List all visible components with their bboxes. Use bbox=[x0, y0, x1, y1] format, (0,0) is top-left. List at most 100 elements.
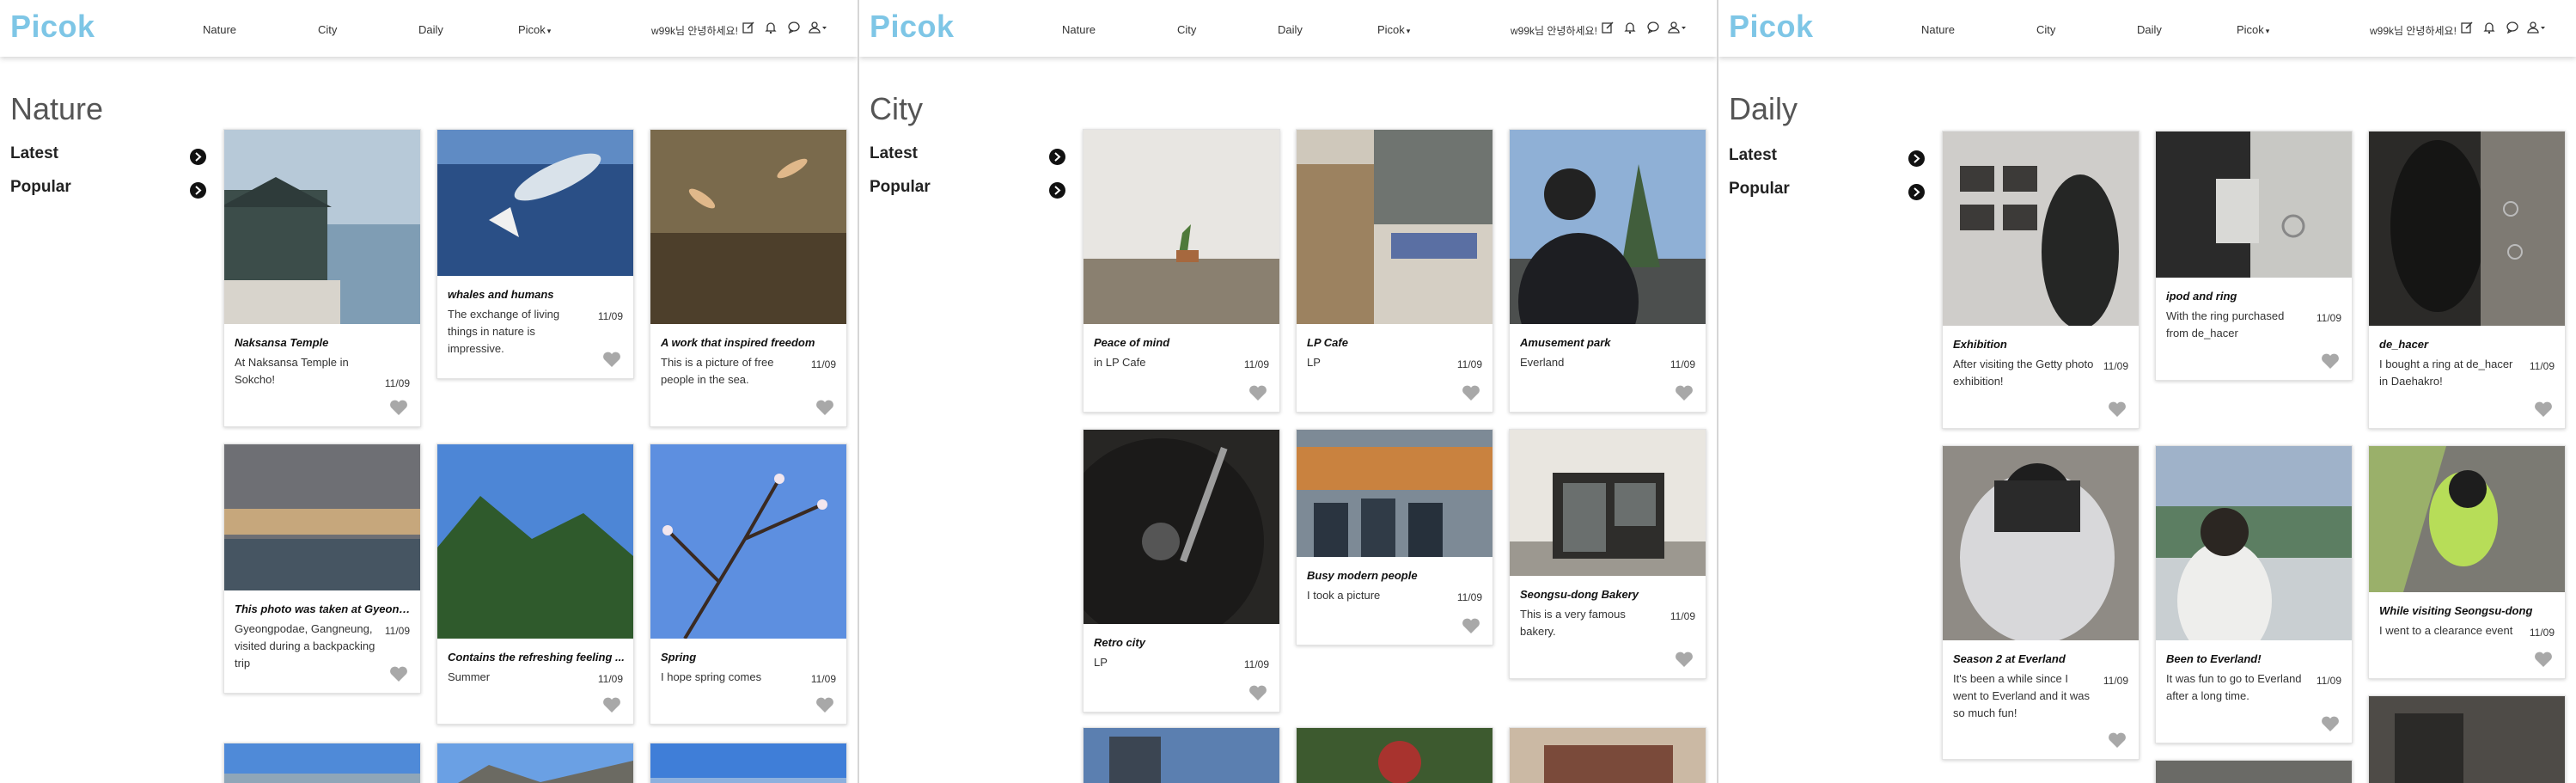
post-card[interactable]: ipod and ring With the ring purchased fr… bbox=[2155, 131, 2353, 381]
edit-icon[interactable] bbox=[742, 21, 755, 34]
post-image[interactable] bbox=[1510, 130, 1706, 324]
post-card[interactable] bbox=[223, 743, 421, 783]
post-card[interactable]: While visiting Seongsu-dong I went to a … bbox=[2368, 445, 2566, 679]
heart-icon[interactable] bbox=[389, 665, 408, 682]
chevron-right-icon[interactable] bbox=[190, 182, 206, 199]
heart-icon[interactable] bbox=[1675, 651, 1694, 668]
post-image[interactable] bbox=[1943, 446, 2139, 640]
nav-link-daily[interactable]: Daily bbox=[1278, 23, 1303, 36]
post-image[interactable] bbox=[437, 130, 633, 276]
chevron-right-icon[interactable] bbox=[1908, 150, 1925, 167]
post-image[interactable] bbox=[1084, 728, 1279, 783]
post-image[interactable] bbox=[2369, 132, 2565, 326]
post-image[interactable] bbox=[437, 444, 633, 639]
post-card[interactable]: A work that inspired freedom This is a p… bbox=[650, 129, 847, 427]
heart-icon[interactable] bbox=[2321, 715, 2340, 732]
post-card[interactable]: Amusement park Everland 11/09 bbox=[1509, 129, 1706, 413]
heart-icon[interactable] bbox=[815, 399, 834, 416]
brand-logo[interactable]: Picok bbox=[10, 9, 95, 45]
nav-link-daily[interactable]: Daily bbox=[2137, 23, 2162, 36]
post-image[interactable] bbox=[1297, 430, 1492, 557]
heart-icon[interactable] bbox=[815, 696, 834, 713]
nav-dropdown-picok[interactable]: Picok ▾ bbox=[2237, 23, 2269, 36]
post-card[interactable]: Exhibition After visiting the Getty phot… bbox=[1942, 131, 2140, 429]
chevron-right-icon[interactable] bbox=[1908, 184, 1925, 200]
post-card[interactable]: Spring I hope spring comes 11/09 bbox=[650, 443, 847, 725]
post-card[interactable] bbox=[436, 743, 634, 783]
user-icon[interactable] bbox=[809, 21, 827, 34]
post-image[interactable] bbox=[2156, 132, 2352, 278]
chat-icon[interactable] bbox=[1646, 21, 1660, 34]
post-card[interactable]: LP Cafe LP 11/09 bbox=[1296, 129, 1493, 413]
post-image[interactable] bbox=[650, 130, 846, 324]
sidebar-popular[interactable]: Popular bbox=[10, 178, 71, 197]
heart-icon[interactable] bbox=[602, 351, 621, 368]
chevron-right-icon[interactable] bbox=[1049, 182, 1065, 199]
sidebar-popular[interactable]: Popular bbox=[1729, 180, 1790, 199]
post-image[interactable] bbox=[2156, 446, 2352, 640]
post-image[interactable] bbox=[1510, 728, 1706, 783]
post-card[interactable]: This photo was taken at Gyeong... Gyeong… bbox=[223, 443, 421, 694]
post-image[interactable] bbox=[437, 743, 633, 783]
post-image[interactable] bbox=[224, 130, 420, 324]
post-image[interactable] bbox=[1297, 130, 1492, 324]
nav-link-city[interactable]: City bbox=[318, 23, 337, 36]
chat-icon[interactable] bbox=[2506, 21, 2519, 34]
brand-logo[interactable]: Picok bbox=[870, 9, 955, 45]
nav-link-city[interactable]: City bbox=[2036, 23, 2055, 36]
nav-dropdown-picok[interactable]: Picok ▾ bbox=[518, 23, 551, 36]
post-card[interactable]: whales and humans The exchange of living… bbox=[436, 129, 634, 379]
post-card[interactable]: Naksansa Temple At Naksansa Temple in So… bbox=[223, 129, 421, 427]
heart-icon[interactable] bbox=[1462, 384, 1480, 401]
post-image[interactable] bbox=[2156, 761, 2352, 783]
post-card[interactable]: Seongsu-dong Bakery This is a very famou… bbox=[1509, 429, 1706, 679]
edit-icon[interactable] bbox=[2460, 21, 2474, 34]
post-image[interactable] bbox=[224, 743, 420, 783]
heart-icon[interactable] bbox=[1248, 684, 1267, 701]
post-image[interactable] bbox=[1297, 728, 1492, 783]
heart-icon[interactable] bbox=[2321, 352, 2340, 370]
heart-icon[interactable] bbox=[602, 696, 621, 713]
post-image[interactable] bbox=[1943, 132, 2139, 326]
post-card[interactable] bbox=[2155, 760, 2353, 783]
post-card[interactable] bbox=[1296, 727, 1493, 783]
user-icon[interactable] bbox=[2527, 21, 2546, 34]
post-card[interactable]: Retro city LP 11/09 bbox=[1083, 429, 1280, 713]
post-card[interactable] bbox=[1509, 727, 1706, 783]
post-image[interactable] bbox=[1084, 130, 1279, 324]
post-image[interactable] bbox=[224, 444, 420, 590]
heart-icon[interactable] bbox=[389, 399, 408, 416]
heart-icon[interactable] bbox=[2534, 401, 2553, 418]
heart-icon[interactable] bbox=[2108, 731, 2127, 749]
chat-icon[interactable] bbox=[787, 21, 801, 34]
nav-link-nature[interactable]: Nature bbox=[1921, 23, 1955, 36]
post-card[interactable]: Season 2 at Everland It's been a while s… bbox=[1942, 445, 2140, 760]
nav-link-daily[interactable]: Daily bbox=[418, 23, 443, 36]
sidebar-latest[interactable]: Latest bbox=[870, 144, 918, 163]
heart-icon[interactable] bbox=[2108, 401, 2127, 418]
post-image[interactable] bbox=[1084, 430, 1279, 624]
post-card[interactable] bbox=[650, 743, 847, 783]
brand-logo[interactable]: Picok bbox=[1729, 9, 1814, 45]
sidebar-latest[interactable]: Latest bbox=[10, 144, 58, 163]
post-card[interactable]: de_hacer I bought a ring at de_hacer in … bbox=[2368, 131, 2566, 429]
chevron-right-icon[interactable] bbox=[190, 149, 206, 165]
heart-icon[interactable] bbox=[2534, 651, 2553, 668]
chevron-right-icon[interactable] bbox=[1049, 149, 1065, 165]
post-image[interactable] bbox=[650, 743, 846, 783]
edit-icon[interactable] bbox=[1601, 21, 1615, 34]
user-icon[interactable] bbox=[1668, 21, 1687, 34]
post-card[interactable]: Been to Everland! It was fun to go to Ev… bbox=[2155, 445, 2353, 743]
heart-icon[interactable] bbox=[1675, 384, 1694, 401]
post-image[interactable] bbox=[2369, 446, 2565, 592]
bell-icon[interactable] bbox=[2482, 21, 2496, 34]
post-card[interactable]: Peace of mind in LP Cafe 11/09 bbox=[1083, 129, 1280, 413]
post-image[interactable] bbox=[2369, 696, 2565, 783]
post-card[interactable] bbox=[2368, 695, 2566, 783]
post-card[interactable]: Busy modern people I took a picture 11/0… bbox=[1296, 429, 1493, 645]
post-image[interactable] bbox=[650, 444, 846, 639]
heart-icon[interactable] bbox=[1462, 617, 1480, 634]
post-card[interactable] bbox=[1083, 727, 1280, 783]
heart-icon[interactable] bbox=[1248, 384, 1267, 401]
bell-icon[interactable] bbox=[764, 21, 778, 34]
